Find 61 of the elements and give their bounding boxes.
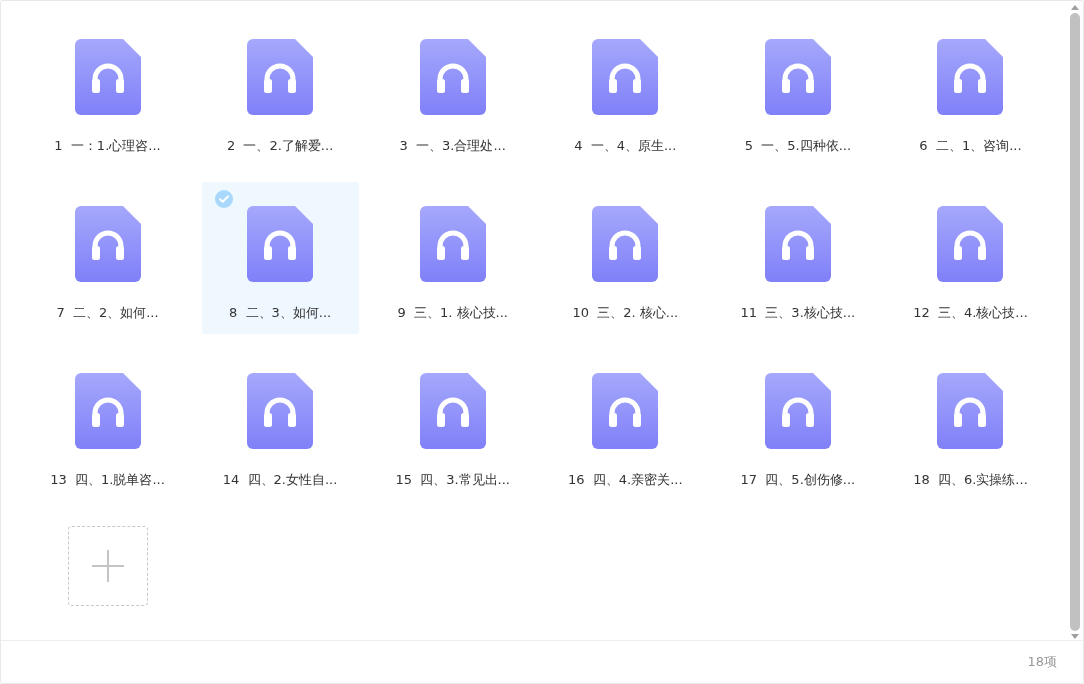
audio-file-icon — [74, 373, 141, 449]
scroll-up-icon[interactable] — [1070, 4, 1080, 11]
file-name: 16 四、4.亲密关... — [567, 471, 683, 489]
file-name: 11 三、3.核心技... — [740, 304, 856, 322]
file-name: 17 四、5.创伤修... — [740, 471, 856, 489]
file-tile[interactable]: 1 一：1.心理咨... — [29, 15, 186, 167]
file-name: 8 二、3、如何... — [229, 304, 332, 322]
file-tile[interactable]: 2 一、2.了解爱... — [201, 15, 359, 167]
item-count: 18项 — [1027, 653, 1057, 671]
file-name: 14 四、2.女性自... — [222, 471, 338, 489]
file-tile[interactable]: 10 三、2. 核心... — [546, 182, 704, 334]
file-name: 13 四、1.脱单咨... — [50, 471, 165, 489]
scroll-down-icon[interactable] — [1070, 633, 1080, 640]
audio-file-icon — [247, 206, 314, 282]
audio-file-icon — [764, 39, 831, 115]
file-name: 1 一：1.心理咨... — [54, 137, 161, 155]
audio-file-icon — [419, 373, 486, 449]
file-tile[interactable]: 9 三、1. 核心技... — [374, 182, 532, 334]
file-tile[interactable]: 12 三、4.核心技... — [891, 182, 1049, 334]
audio-file-icon — [247, 39, 314, 115]
audio-file-icon — [74, 206, 141, 282]
file-name: 4 一、4、原生... — [574, 137, 677, 155]
file-tile[interactable]: 15 四、3.常见出... — [374, 349, 532, 501]
audio-file-icon — [74, 39, 141, 115]
audio-file-icon — [764, 373, 831, 449]
audio-file-icon — [247, 373, 314, 449]
audio-file-icon — [937, 373, 1004, 449]
file-name: 6 二、1、咨询... — [919, 137, 1022, 155]
file-name: 12 三、4.核心技... — [913, 304, 1028, 322]
audio-file-icon — [592, 206, 659, 282]
scroll-thumb[interactable] — [1070, 13, 1080, 631]
file-name: 15 四、3.常见出... — [395, 471, 510, 489]
file-tile[interactable]: 11 三、3.核心技... — [719, 182, 877, 334]
audio-file-icon — [937, 206, 1004, 282]
file-name: 2 一、2.了解爱... — [226, 137, 334, 155]
audio-file-icon — [419, 39, 486, 115]
upload-button[interactable] — [67, 526, 148, 606]
file-tile[interactable]: 8 二、3、如何... — [201, 182, 359, 334]
audio-file-icon — [592, 39, 659, 115]
file-name: 7 二、2、如何... — [56, 304, 159, 322]
file-tile[interactable]: 14 四、2.女性自... — [201, 349, 359, 501]
file-tile[interactable]: 4 一、4、原生... — [546, 15, 704, 167]
file-name: 9 三、1. 核心技... — [397, 304, 508, 322]
plus-icon — [89, 548, 126, 584]
file-tile[interactable]: 13 四、1.脱单咨... — [29, 349, 186, 501]
audio-file-icon — [419, 206, 486, 282]
file-name: 18 四、6.实操练... — [913, 471, 1028, 489]
file-tile[interactable]: 7 二、2、如何... — [29, 182, 186, 334]
file-name: 5 一、5.四种依... — [744, 137, 852, 155]
audio-file-icon — [937, 39, 1004, 115]
file-tile[interactable]: 6 二、1、咨询... — [891, 15, 1049, 167]
file-name: 10 三、2. 核心... — [572, 304, 679, 322]
file-tile[interactable]: 5 一、5.四种依... — [719, 15, 877, 167]
file-name: 3 一、3.合理处... — [399, 137, 506, 155]
audio-file-icon — [764, 206, 831, 282]
audio-file-icon — [592, 373, 659, 449]
file-tile[interactable]: 18 四、6.实操练... — [891, 349, 1049, 501]
file-tile[interactable]: 16 四、4.亲密关... — [546, 349, 704, 501]
file-tile[interactable]: 17 四、5.创伤修... — [719, 349, 877, 501]
check-icon — [214, 190, 233, 208]
file-tile[interactable]: 3 一、3.合理处... — [374, 15, 532, 167]
